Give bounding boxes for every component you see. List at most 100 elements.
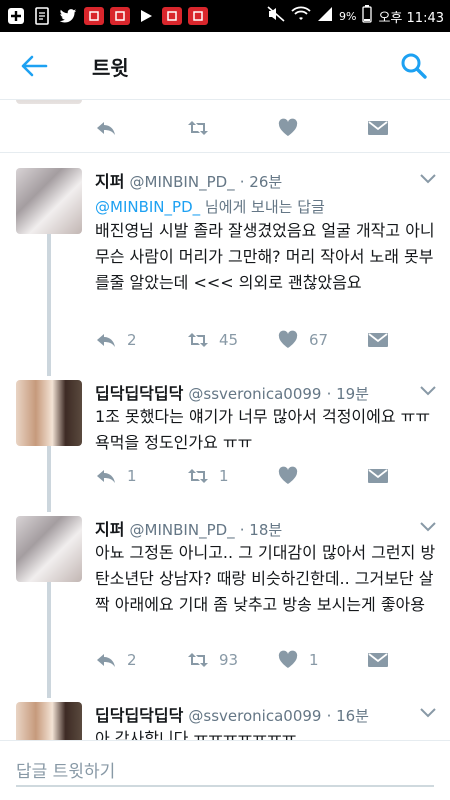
heart-icon <box>278 118 298 136</box>
retweet-count: 93 <box>219 651 239 669</box>
tweet-1-header: 지퍼 @MINBIN_PD_ · 26분 <box>95 168 282 192</box>
mail-icon <box>368 121 388 135</box>
app-notification-icon-1 <box>84 7 104 25</box>
reply-button[interactable]: 2 <box>95 650 137 670</box>
tweet-2-actions: 1 1 <box>95 466 395 492</box>
tweet-2-handle[interactable]: @ssveronica0099 <box>188 385 321 403</box>
reply-icon <box>97 334 115 347</box>
tweet-1-time: · 26분 <box>239 173 283 191</box>
avatar-tweet-1[interactable] <box>16 168 82 234</box>
chevron-down-icon[interactable] <box>420 174 436 184</box>
wifi-icon <box>291 6 311 26</box>
twitter-notification-icon <box>58 7 78 25</box>
dm-button[interactable] <box>367 118 389 138</box>
tweet-thread: 지퍼 @MINBIN_PD_ · 26분 @MINBIN_PD_ 님에게 보내는… <box>0 100 450 740</box>
avatar-tweet-2[interactable] <box>16 380 82 446</box>
tweet-4-name[interactable]: 딥닥딥닥딥닥 <box>95 706 183 725</box>
avatar-tweet-3[interactable] <box>16 516 82 582</box>
tweet-3-text: 아뇨 그정돈 아니고.. 그 기대감이 많아서 그런지 방탄소년단 상남자? 때… <box>95 543 436 614</box>
previous-tweet-actions <box>95 118 395 144</box>
app-notification-icon-4 <box>188 7 208 25</box>
signal-icon <box>317 6 333 26</box>
tweet-1-name[interactable]: 지퍼 <box>95 172 124 191</box>
tweet-4-time: · 16분 <box>326 707 369 725</box>
avatar-previous[interactable] <box>16 100 82 104</box>
tweet-4-handle[interactable]: @ssveronica0099 <box>188 707 321 725</box>
mail-icon <box>368 653 388 667</box>
retweet-count: 45 <box>219 331 239 349</box>
like-count: 67 <box>309 331 329 349</box>
reply-count: 2 <box>127 331 137 349</box>
thread-line <box>47 582 51 698</box>
document-notification-icon <box>32 7 52 25</box>
retweet-icon <box>188 333 208 347</box>
like-button[interactable]: 67 <box>277 330 328 350</box>
like-button[interactable]: 1 <box>277 650 319 670</box>
divider <box>0 152 450 153</box>
chevron-down-icon[interactable] <box>420 386 436 396</box>
dm-button[interactable] <box>367 330 389 350</box>
dm-button[interactable] <box>367 650 389 670</box>
retweet-icon <box>188 469 208 483</box>
retweet-count: 1 <box>219 467 229 485</box>
chevron-down-icon[interactable] <box>420 522 436 532</box>
reply-count: 2 <box>127 651 137 669</box>
back-arrow-icon[interactable] <box>20 54 48 78</box>
battery-percent: 9% <box>339 9 357 23</box>
chevron-down-icon[interactable] <box>420 708 436 718</box>
tweet-1-actions: 2 45 67 <box>95 330 395 356</box>
tweet-3-time: · 18분 <box>239 521 283 539</box>
tweet-3-name[interactable]: 지퍼 <box>95 520 124 539</box>
reply-icon <box>97 654 115 667</box>
mute-icon <box>267 6 285 26</box>
thread-line <box>47 446 51 512</box>
retweet-icon <box>188 121 208 135</box>
reply-icon <box>97 470 115 483</box>
reply-composer: 답글 트윗하기 <box>0 740 450 800</box>
like-button[interactable] <box>277 466 309 486</box>
dm-button[interactable] <box>367 466 389 486</box>
app-notification-icon-3 <box>162 7 182 25</box>
avatar-tweet-4[interactable] <box>16 702 82 740</box>
reply-to-suffix: 님에게 보내는 답글 <box>200 198 325 216</box>
battery-icon <box>362 5 373 27</box>
mail-icon <box>368 469 388 483</box>
tweet-3-actions: 2 93 1 <box>95 650 395 676</box>
reply-to-handle-link[interactable]: @MINBIN_PD_ <box>95 198 200 216</box>
retweet-button[interactable] <box>187 118 209 138</box>
play-notification-icon <box>136 7 156 25</box>
tweet-4-header: 딥닥딥닥딥닥 @ssveronica0099 · 16분 <box>95 702 369 726</box>
tweet-2-time: · 19분 <box>326 385 369 403</box>
retweet-button[interactable]: 1 <box>187 466 229 486</box>
tweet-4-text: 아 감사합니다 ㅠㅠㅠㅠㅠㅠㅠ <box>95 729 297 740</box>
tweet-2-header: 딥닥딥닥딥닥 @ssveronica0099 · 19분 <box>95 380 369 404</box>
mail-icon <box>368 333 388 347</box>
like-button[interactable] <box>277 118 299 138</box>
reply-button[interactable] <box>95 118 117 138</box>
heart-icon <box>278 650 298 668</box>
reply-button[interactable]: 2 <box>95 330 137 350</box>
retweet-button[interactable]: 45 <box>187 330 238 350</box>
reply-count: 1 <box>127 467 137 485</box>
tweet-2-name[interactable]: 딥닥딥닥딥닥 <box>95 384 183 403</box>
reply-input[interactable]: 답글 트윗하기 <box>16 757 434 787</box>
heart-icon <box>278 466 298 484</box>
tweet-1-handle[interactable]: @MINBIN_PD_ <box>130 173 235 191</box>
retweet-button[interactable]: 93 <box>187 650 238 670</box>
page-title: 트윗 <box>92 56 129 80</box>
tweet-2-text: 1조 못했다는 얘기가 너무 많아서 걱정이에요 ㅠㅠ 욕먹을 정도인가요 ㅠㅠ <box>95 407 431 452</box>
tweet-1-reply-to: @MINBIN_PD_ 님에게 보내는 답글 <box>95 196 325 217</box>
tweet-1-text: 배진영님 시발 졸라 잘생겼었음요 얼굴 개작고 아니 무슨 사람이 머리가 그… <box>95 221 435 292</box>
reply-button[interactable]: 1 <box>95 466 137 486</box>
app-notification-icon-2 <box>110 7 130 25</box>
retweet-icon <box>188 653 208 667</box>
like-count: 1 <box>309 651 319 669</box>
clock: 오후 11:43 <box>378 10 444 26</box>
tweet-3-handle[interactable]: @MINBIN_PD_ <box>130 521 235 539</box>
thread-line <box>47 234 51 376</box>
status-bar: 9% 오후 11:43 <box>0 0 450 32</box>
search-icon[interactable] <box>400 52 428 80</box>
tweet-3-header: 지퍼 @MINBIN_PD_ · 18분 <box>95 516 282 540</box>
reply-icon <box>97 122 115 135</box>
heart-icon <box>278 330 298 348</box>
